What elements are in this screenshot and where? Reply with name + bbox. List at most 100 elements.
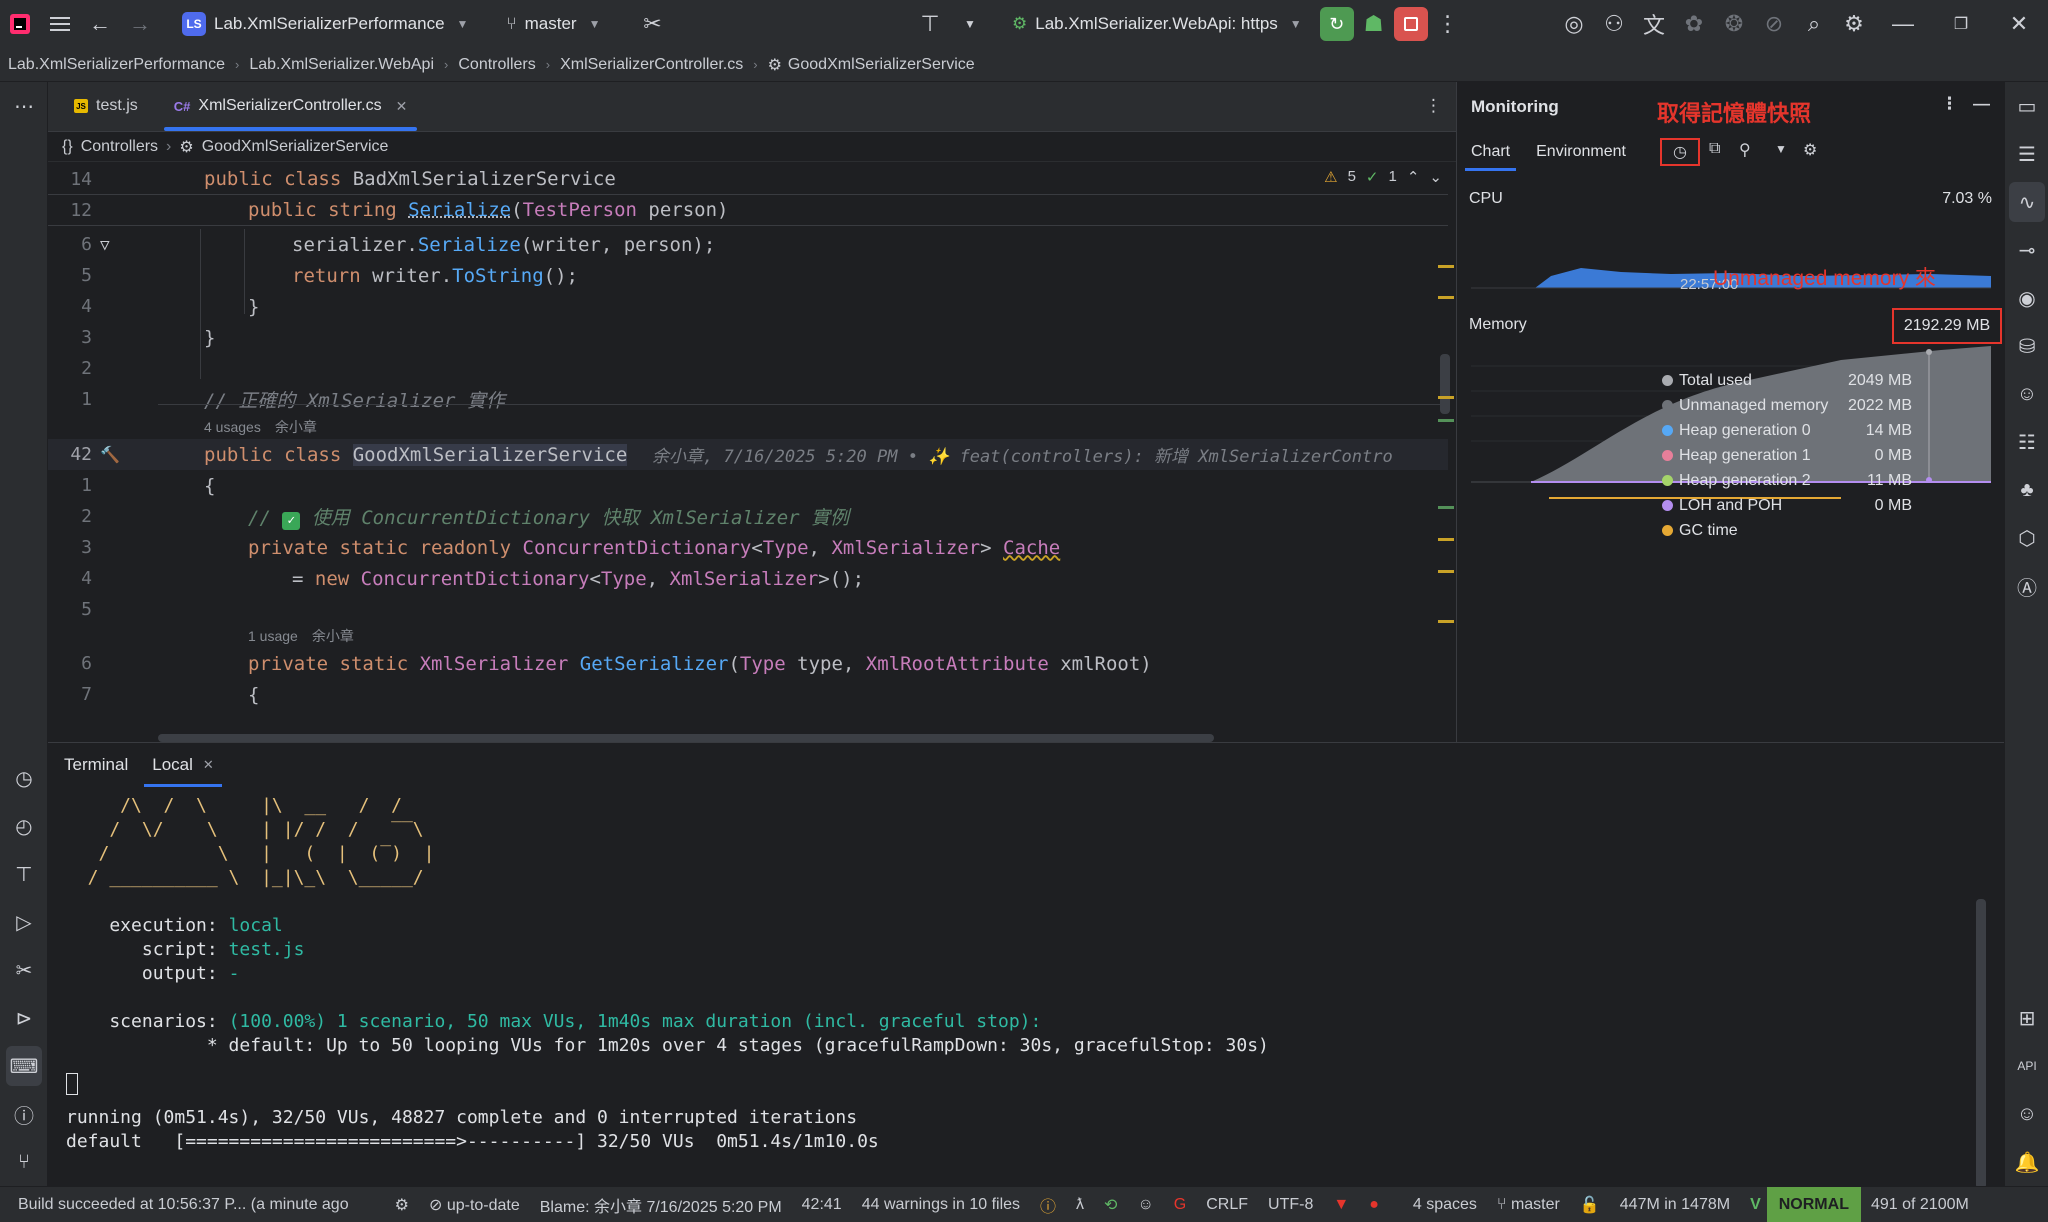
inspection-widget[interactable]: ⚠ 5 ✓ 1 ⌃ ⌄ (1324, 168, 1442, 186)
debug-icon[interactable]: ☗ (1354, 0, 1394, 48)
editor-crumb-namespace[interactable]: Controllers (81, 138, 158, 156)
code-line[interactable]: 6 ▽ serializer.Serialize(writer, person)… (48, 229, 1448, 260)
change-marker[interactable] (1438, 506, 1454, 509)
plugin-icon[interactable]: ♣ (2005, 470, 2048, 510)
warning-marker[interactable] (1438, 570, 1454, 573)
chevron-up-icon[interactable]: ⌃ (1407, 168, 1420, 186)
warning-marker[interactable] (1438, 296, 1454, 299)
emoji-icon[interactable]: ☺ (1137, 1196, 1153, 1214)
nav-crumb-class[interactable]: GoodXmlSerializerService (788, 56, 975, 74)
main-menu-icon[interactable] (40, 0, 80, 48)
code-line-current[interactable]: 42 🔨 public class GoodXmlSerializerServi… (48, 439, 1448, 470)
vim-mode-indicator[interactable]: NORMAL (1766, 1186, 1861, 1222)
heap-usage[interactable]: 491 of 2100M (1871, 1196, 1969, 1214)
plugin-icon-1[interactable]: ✿ (1674, 0, 1714, 48)
run-config-selector[interactable]: ⚙ Lab.XmlSerializer.WebApi: https ▼ (1004, 7, 1310, 41)
code-line[interactable]: 5 return writer.ToString(); (48, 260, 1448, 291)
horizontal-scrollbar[interactable] (158, 734, 1214, 742)
panel-options-icon[interactable]: ⋮ (1941, 94, 1958, 114)
trace-icon[interactable]: ⚲ (1739, 140, 1751, 160)
warning-marker[interactable] (1438, 620, 1454, 623)
copilot-icon[interactable]: ☺ (2005, 374, 2048, 414)
sync-icon[interactable]: ⟲ (1104, 1195, 1117, 1215)
code-line[interactable]: 5 (48, 594, 1448, 625)
database-icon[interactable]: ⛁ (2005, 326, 2048, 366)
override-gutter-icon[interactable]: ▽ (100, 235, 110, 254)
debug-run-icon[interactable]: ⊳ (0, 998, 48, 1038)
usages-count[interactable]: 1 usage (248, 628, 298, 644)
indent-setting[interactable]: 4 spaces (1413, 1196, 1477, 1214)
warning-marker[interactable] (1438, 396, 1454, 399)
author-hint[interactable]: 余小章 (275, 417, 317, 437)
file-encoding[interactable]: UTF-8 (1268, 1196, 1313, 1214)
plugin-status-icon[interactable]: ⚙ (395, 1195, 409, 1215)
panel-minimize-icon[interactable]: — (1973, 94, 1990, 114)
ai-assistant-icon[interactable]: ◎ (1554, 0, 1594, 48)
warning-icon[interactable]: ⓘ (1040, 1193, 1056, 1217)
lock-icon[interactable]: 🔓 (1580, 1195, 1600, 1215)
terminal-icon[interactable]: ⌨ (6, 1046, 42, 1086)
ai-chat-icon[interactable]: ◉ (2005, 278, 2048, 318)
sticky-line[interactable]: 12 public string Serialize(TestPerson pe… (48, 195, 1448, 226)
dump-icon[interactable]: ⧉ (1709, 140, 1720, 158)
vcs-status[interactable]: ⊘ up-to-date (429, 1195, 520, 1215)
warning-marker[interactable] (1438, 265, 1454, 268)
shield-icon[interactable]: ▼ (1333, 1196, 1349, 1214)
dynamic-program-analysis-icon[interactable]: ◴ (0, 806, 48, 846)
forward-arrow-icon[interactable]: → (120, 0, 160, 48)
code-line[interactable]: 3 } (48, 322, 1448, 353)
project-selector[interactable]: LS Lab.XmlSerializerPerformance ▼ (174, 7, 476, 41)
vertical-scrollbar[interactable] (1440, 354, 1450, 414)
minimize-window-icon[interactable]: — (1874, 0, 1932, 48)
vim-icon[interactable]: V (1750, 1196, 1761, 1214)
code-area[interactable]: 14 public class BadXmlSerializerService … (48, 164, 1456, 742)
settings-gear-icon[interactable]: ⚙ (1834, 0, 1874, 48)
change-marker[interactable] (1438, 419, 1454, 422)
terminal-output[interactable]: /\ / \ |\ __ / / / \/ \ | |/ / / ‾‾\ / \… (48, 787, 1988, 1189)
git-icon[interactable]: ⑂ (0, 1142, 48, 1182)
build-status[interactable]: Build succeeded at 10:56:37 P... (a minu… (18, 1196, 349, 1214)
assistant-icon[interactable]: ☺ (2005, 1094, 2048, 1134)
warnings-status[interactable]: 44 warnings in 10 files (862, 1196, 1020, 1214)
chevron-down-icon[interactable]: ⌄ (1429, 168, 1442, 186)
blame-status[interactable]: Blame: 余小章 7/16/2025 5:20 PM (540, 1193, 782, 1217)
close-tab-icon[interactable]: ✕ (203, 757, 214, 773)
stop-button[interactable] (1393, 7, 1428, 41)
close-tab-icon[interactable]: ✕ (396, 98, 408, 115)
tab-environment[interactable]: Environment (1536, 143, 1626, 161)
monitoring-icon[interactable]: ∿ (2009, 182, 2045, 222)
error-icon[interactable]: ● (1369, 1196, 1379, 1214)
code-line[interactable]: 2 (48, 353, 1448, 384)
usage-hint[interactable]: 4 usages 余小章 (204, 416, 317, 438)
markdown-icon[interactable]: Ⓐ (2005, 566, 2048, 606)
nav-crumb-folder[interactable]: Controllers (458, 56, 535, 74)
terminal-scrollbar[interactable] (1976, 899, 1986, 1189)
package-icon[interactable]: ⬡ (2005, 518, 2048, 558)
code-line[interactable]: 6 private static XmlSerializer GetSerial… (48, 648, 1448, 679)
code-line[interactable]: 4 = new ConcurrentDictionary<Type, XmlSe… (48, 563, 1448, 594)
monitor-settings-icon[interactable]: ⚙ (1803, 140, 1817, 160)
nuget-icon[interactable]: ⊞ (2005, 998, 2048, 1038)
more-options-icon[interactable]: ⋮ (1428, 0, 1468, 48)
tab-xmlserializercontroller[interactable]: C# XmlSerializerController.cs ✕ (156, 81, 426, 131)
git-branch-status[interactable]: ⑂ master (1497, 1196, 1560, 1214)
tab-chart[interactable]: Chart (1464, 143, 1517, 171)
code-line[interactable]: 1 // 正確的 XmlSerializer 實作 (48, 384, 1448, 415)
jetbrains-logo-icon[interactable] (0, 0, 40, 48)
ide-memory[interactable]: 447M in 1478M (1620, 1196, 1730, 1214)
build-hammer-icon[interactable]: ⊤ (910, 0, 950, 48)
notifications-bell-icon[interactable]: 🔔 (2005, 1142, 2048, 1182)
back-arrow-icon[interactable]: ← (80, 0, 120, 48)
code-line[interactable]: 2 // ✓ 使用 ConcurrentDictionary 快取 XmlSer… (48, 501, 1448, 532)
more-tool-windows-icon[interactable]: ⋯ (0, 86, 48, 126)
branch-selector[interactable]: ⑂ master ▼ (498, 7, 608, 41)
code-line[interactable]: 4 } (48, 291, 1448, 322)
editor-crumb-class[interactable]: GoodXmlSerializerService (202, 138, 389, 156)
problems-icon[interactable]: ⓘ (0, 1094, 48, 1134)
project-folder-icon[interactable]: ▭ (2005, 86, 2048, 126)
plugin-icon-3[interactable]: ⊘ (1754, 0, 1794, 48)
build-icon[interactable]: ⊤ (0, 854, 48, 894)
nav-crumb-project[interactable]: Lab.XmlSerializer.WebApi (249, 56, 434, 74)
code-line[interactable]: 7 { (48, 679, 1448, 710)
commit-icon[interactable]: ⊸ (2005, 230, 2048, 270)
